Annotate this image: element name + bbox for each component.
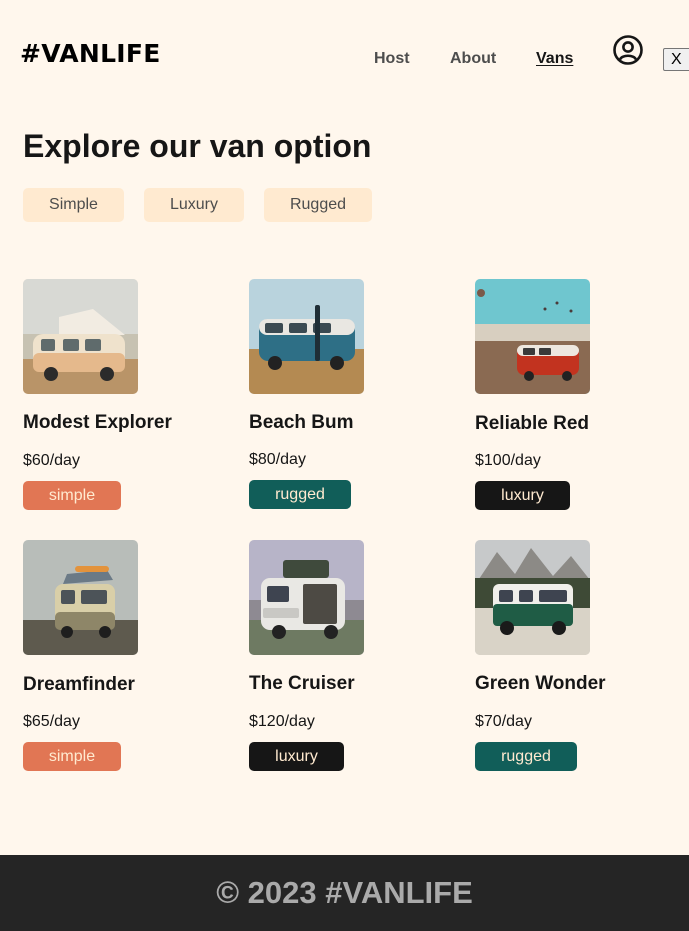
van-name: Green Wonder (475, 673, 606, 694)
van-name: Reliable Red (475, 413, 590, 434)
van-name: Modest Explorer (23, 412, 172, 433)
van-type-badge[interactable]: luxury (249, 742, 344, 771)
nav-link-about[interactable]: About (450, 50, 496, 68)
van-price: $70/day (475, 713, 532, 730)
van-type-badge[interactable]: simple (23, 481, 121, 510)
van-card-the-cruiser[interactable]: The Cruiser $120/day luxury (249, 540, 449, 780)
page-title: Explore our van option (23, 128, 372, 164)
van-price: $60/day (23, 452, 80, 469)
filter-luxury-button[interactable]: Luxury (144, 188, 244, 222)
van-card-dreamfinder[interactable]: Dreamfinder $65/day simple (23, 540, 223, 780)
van-name: Dreamfinder (23, 674, 135, 695)
van-price: $65/day (23, 713, 80, 730)
van-card-modest-explorer[interactable]: Modest Explorer $60/day simple (23, 279, 223, 519)
user-circle-icon[interactable] (612, 34, 644, 66)
filter-rugged-button[interactable]: Rugged (264, 188, 372, 222)
close-button[interactable]: X (663, 48, 689, 71)
van-card-beach-bum[interactable]: Beach Bum $80/day rugged (249, 279, 449, 519)
van-photo[interactable] (23, 279, 138, 394)
van-photo[interactable] (249, 540, 364, 655)
site-header: #VANLIFE Host About Vans X (0, 0, 689, 100)
van-price: $80/day (249, 451, 306, 468)
van-type-badge[interactable]: luxury (475, 481, 570, 510)
van-type-badge[interactable]: rugged (475, 742, 577, 771)
nav-link-vans[interactable]: Vans (536, 50, 573, 68)
footer-copyright: © 2023 #VANLIFE (216, 875, 473, 910)
filter-simple-button[interactable]: Simple (23, 188, 124, 222)
van-photo[interactable] (475, 540, 590, 655)
van-name: The Cruiser (249, 673, 355, 694)
van-photo[interactable] (23, 540, 138, 655)
van-card-reliable-red[interactable]: Reliable Red $100/day luxury (475, 279, 675, 519)
van-photo[interactable] (249, 279, 364, 394)
site-footer: © 2023 #VANLIFE (0, 855, 689, 931)
van-photo[interactable] (475, 279, 590, 394)
van-type-badge[interactable]: rugged (249, 480, 351, 509)
site-logo[interactable]: #VANLIFE (20, 39, 161, 68)
van-card-green-wonder[interactable]: Green Wonder $70/day rugged (475, 540, 675, 780)
van-price: $100/day (475, 452, 541, 469)
nav-link-host[interactable]: Host (374, 50, 410, 68)
van-price: $120/day (249, 713, 315, 730)
van-type-badge[interactable]: simple (23, 742, 121, 771)
van-name: Beach Bum (249, 412, 354, 433)
